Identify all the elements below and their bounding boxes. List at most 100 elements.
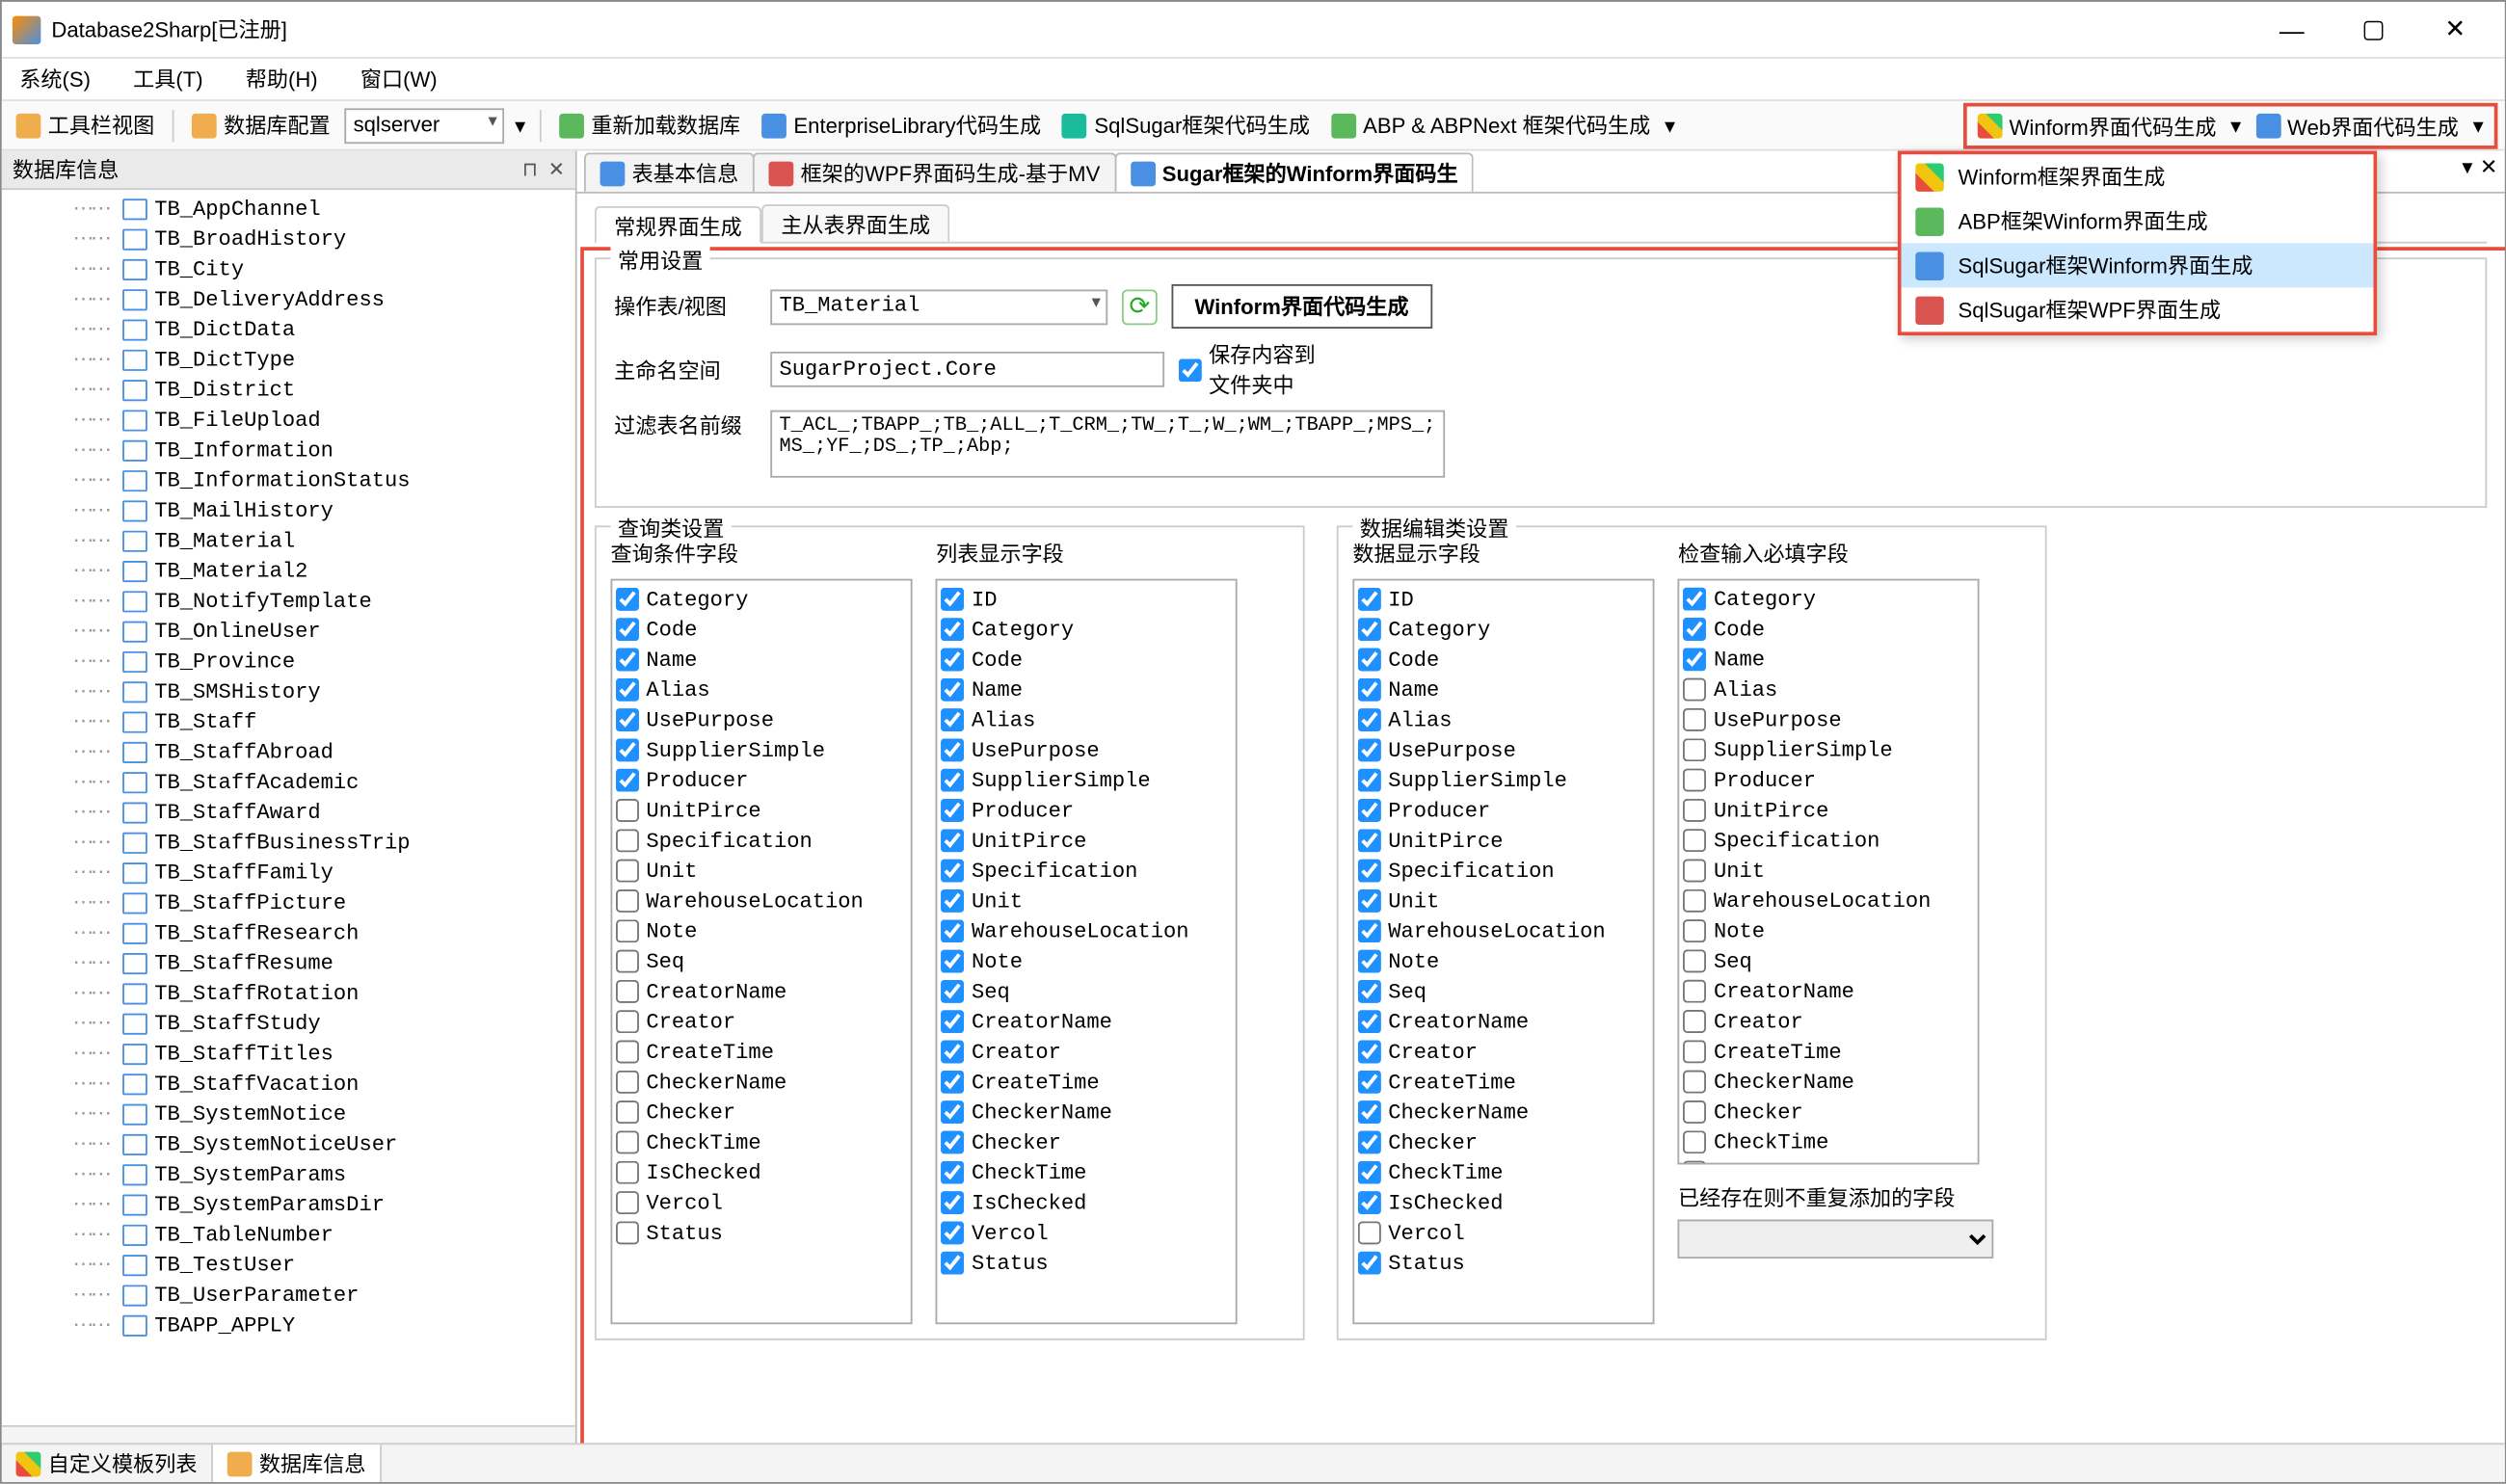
field-item[interactable]: Creator [616, 1006, 907, 1036]
field-checkbox[interactable] [616, 919, 639, 942]
db-engine-combo[interactable]: sqlserver [344, 107, 504, 143]
existing-combo[interactable] [1678, 1219, 1994, 1259]
field-item[interactable]: SupplierSimple [1358, 765, 1649, 795]
menu-help[interactable]: 帮助(H) [238, 61, 325, 98]
tree-item[interactable]: ⋯⋯TB_StaffTitles [73, 1038, 575, 1068]
tree-item[interactable]: ⋯⋯TB_SystemNotice [73, 1099, 575, 1128]
tree-item[interactable]: ⋯⋯TB_FileUpload [73, 405, 575, 435]
field-checkbox[interactable] [616, 708, 639, 731]
field-item[interactable]: Status [616, 1217, 907, 1247]
field-checkbox[interactable] [1358, 648, 1381, 671]
field-checkbox[interactable] [1684, 799, 1707, 822]
tree-item[interactable]: ⋯⋯TB_BroadHistory [73, 224, 575, 253]
abp-gen[interactable]: ABP & ABPNext 框架代码生成▾ [1324, 107, 1683, 145]
tree-item[interactable]: ⋯⋯TB_SystemParams [73, 1159, 575, 1189]
field-checkbox[interactable] [616, 1071, 639, 1094]
field-item[interactable]: UsePurpose [1684, 704, 1975, 734]
field-checkbox[interactable] [616, 1010, 639, 1033]
field-checkbox[interactable] [616, 829, 639, 852]
field-checkbox[interactable] [1358, 588, 1381, 611]
field-item[interactable]: Producer [616, 765, 907, 795]
field-checkbox[interactable] [942, 859, 965, 882]
field-item[interactable]: IsChecked [616, 1157, 907, 1187]
field-checkbox[interactable] [1358, 1221, 1381, 1244]
field-checkbox[interactable] [942, 1161, 965, 1184]
field-checkbox[interactable] [1358, 1161, 1381, 1184]
tab-table-info[interactable]: 表基本信息 [584, 152, 755, 192]
field-item[interactable]: UnitPirce [1684, 795, 1975, 825]
tree-item[interactable]: ⋯⋯TB_MailHistory [73, 495, 575, 525]
tree[interactable]: ⋯⋯TB_AppChannel⋯⋯TB_BroadHistory⋯⋯TB_Cit… [2, 190, 575, 1425]
field-checkbox[interactable] [616, 678, 639, 702]
field-item[interactable]: UnitPirce [1358, 825, 1649, 855]
web-gen[interactable]: Web界面代码生成▾ [2249, 107, 2491, 145]
winform-gen[interactable]: Winform界面代码生成▾ [1970, 107, 2249, 145]
field-checkbox[interactable] [1358, 738, 1381, 761]
tree-item[interactable]: ⋯⋯TB_StaffStudy [73, 1008, 575, 1038]
field-item[interactable]: Category [616, 584, 907, 614]
field-item[interactable]: Seq [942, 976, 1233, 1006]
tree-item[interactable]: ⋯⋯TB_StaffBusinessTrip [73, 827, 575, 857]
enterprise-gen[interactable]: EnterpriseLibrary代码生成 [755, 107, 1049, 145]
field-checkbox[interactable] [1358, 859, 1381, 882]
field-checkbox[interactable] [1684, 889, 1707, 913]
field-item[interactable]: Note [1358, 946, 1649, 976]
field-item[interactable]: CheckerName [1684, 1067, 1975, 1097]
tree-item[interactable]: ⋯⋯TB_StaffFamily [73, 858, 575, 888]
field-checkbox[interactable] [1684, 618, 1707, 641]
btab-custom[interactable]: 自定义模板列表 [2, 1444, 213, 1482]
field-checkbox[interactable] [942, 708, 965, 731]
tree-item[interactable]: ⋯⋯TB_TableNumber [73, 1219, 575, 1249]
field-item[interactable]: CreatorName [1684, 976, 1975, 1006]
tree-item[interactable]: ⋯⋯TB_StaffPicture [73, 888, 575, 917]
field-item[interactable]: Checker [1358, 1127, 1649, 1157]
field-checkbox[interactable] [616, 1221, 639, 1244]
field-item[interactable]: UsePurpose [942, 735, 1233, 765]
tree-item[interactable]: ⋯⋯TB_StaffAbroad [73, 736, 575, 766]
field-item[interactable]: Producer [1358, 795, 1649, 825]
subtab-master-detail[interactable]: 主从表界面生成 [761, 204, 949, 242]
field-checkbox[interactable] [1358, 768, 1381, 791]
field-item[interactable]: Status [942, 1248, 1233, 1278]
field-item[interactable]: CheckerName [942, 1097, 1233, 1126]
field-item[interactable]: Seq [616, 946, 907, 976]
field-item[interactable]: Vercol [1358, 1217, 1649, 1247]
field-checkbox[interactable] [616, 1191, 639, 1214]
field-item[interactable]: Category [1358, 614, 1649, 644]
field-item[interactable]: Creator [1358, 1037, 1649, 1067]
field-checkbox[interactable] [1358, 678, 1381, 702]
pin-icon[interactable]: ⊓ [522, 158, 538, 181]
minimize-button[interactable]: — [2253, 5, 2331, 55]
field-checkbox[interactable] [1358, 980, 1381, 1003]
field-checkbox[interactable] [942, 919, 965, 942]
field-checkbox[interactable] [1684, 829, 1707, 852]
close-button[interactable]: ✕ [2416, 5, 2494, 55]
field-checkbox[interactable] [942, 588, 965, 611]
field-checkbox[interactable] [1358, 708, 1381, 731]
field-checkbox[interactable] [1358, 889, 1381, 913]
dd-abp-winform[interactable]: ABP框架Winform界面生成 [1902, 199, 2374, 243]
tree-item[interactable]: ⋯⋯TB_DictData [73, 314, 575, 344]
field-checkbox[interactable] [942, 1040, 965, 1063]
field-item[interactable]: Alias [942, 704, 1233, 734]
field-checkbox[interactable] [616, 980, 639, 1003]
listbox-required[interactable]: CategoryCodeNameAliasUsePurposeSupplierS… [1678, 578, 1980, 1164]
field-item[interactable]: SupplierSimple [942, 765, 1233, 795]
field-item[interactable]: Vercol [942, 1217, 1233, 1247]
tabs-close-icon[interactable]: ✕ [2480, 154, 2498, 179]
field-checkbox[interactable] [1684, 1100, 1707, 1124]
field-item[interactable]: ID [1358, 584, 1649, 614]
field-item[interactable]: Name [616, 645, 907, 675]
field-checkbox[interactable] [942, 1010, 965, 1033]
field-item[interactable]: IsChecked [1684, 1157, 1975, 1164]
tree-item[interactable]: ⋯⋯TB_DeliveryAddress [73, 284, 575, 314]
field-item[interactable]: CreateTime [942, 1067, 1233, 1097]
field-checkbox[interactable] [1358, 1130, 1381, 1153]
dd-sqlsugar-wpf[interactable]: SqlSugar框架WPF界面生成 [1902, 287, 2374, 331]
tab-sugar-winform[interactable]: Sugar框架的Winform界面码生 [1114, 152, 1474, 192]
field-item[interactable]: Name [942, 675, 1233, 704]
field-item[interactable]: CreatorName [1358, 1006, 1649, 1036]
field-checkbox[interactable] [616, 618, 639, 641]
field-item[interactable]: Category [942, 614, 1233, 644]
tree-item[interactable]: ⋯⋯TB_SMSHistory [73, 676, 575, 706]
